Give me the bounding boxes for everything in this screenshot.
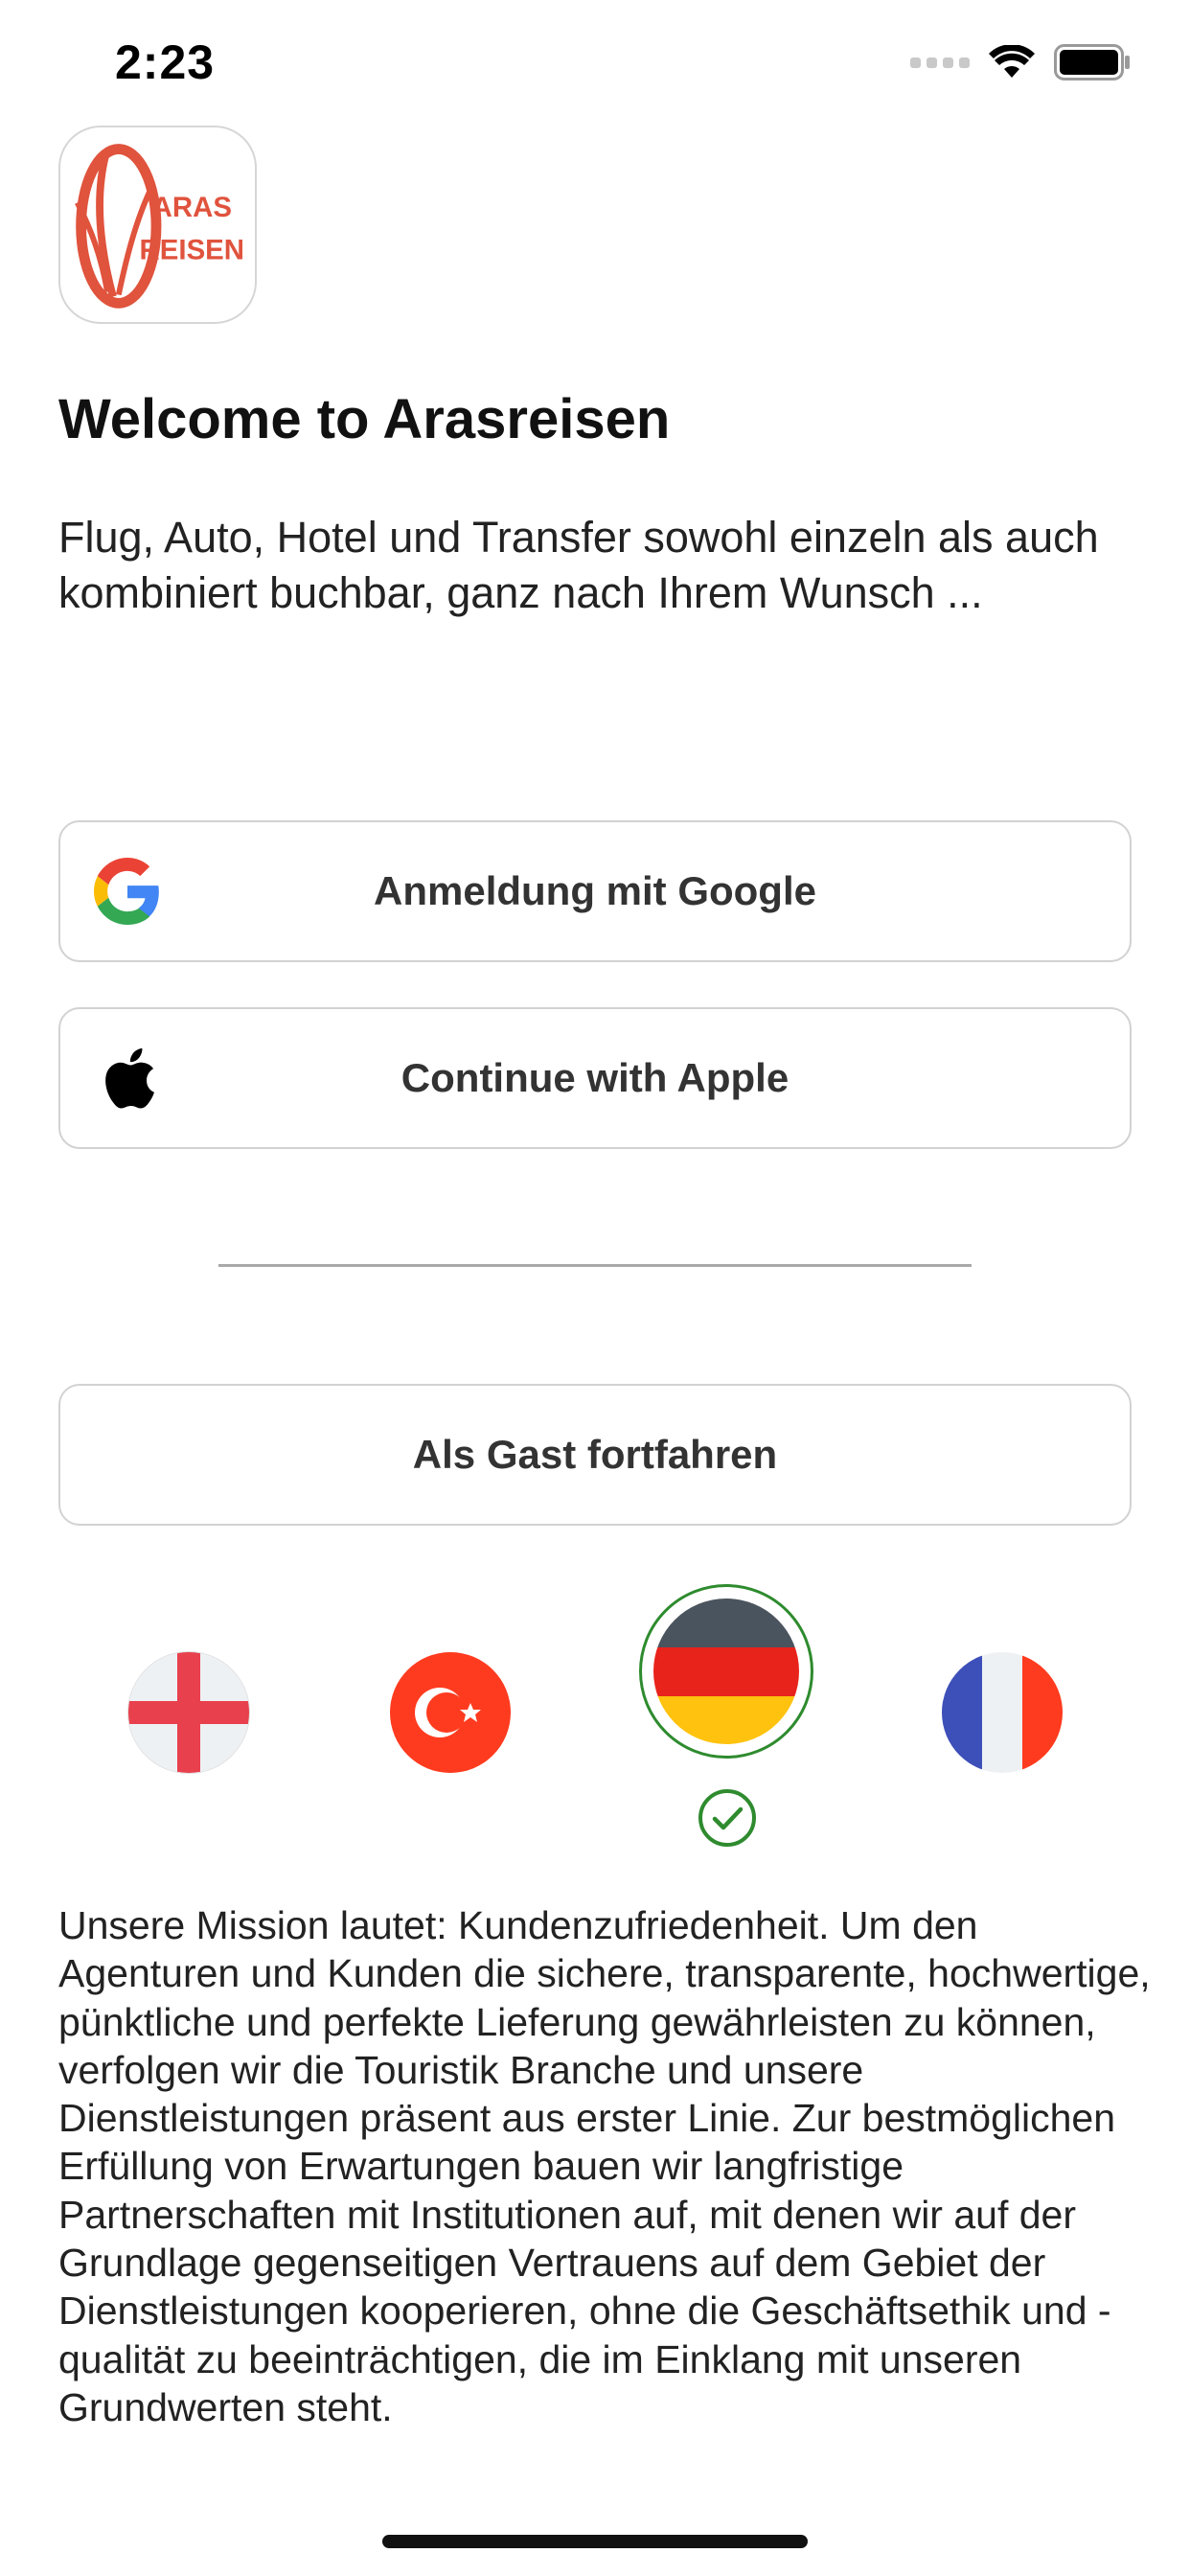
app-logo: ARAS REISEN (58, 126, 257, 324)
cellular-signal-icon (910, 57, 970, 68)
guest-continue-label: Als Gast fortfahren (412, 1432, 778, 1477)
welcome-title: Welcome to Arasreisen (58, 388, 671, 450)
apple-icon (93, 1044, 162, 1113)
french-flag-icon[interactable] (942, 1652, 1063, 1773)
divider (218, 1264, 972, 1267)
welcome-subtitle: Flug, Auto, Hotel und Transfer sowohl ei… (58, 513, 1099, 617)
status-time: 2:23 (115, 35, 216, 89)
apple-signin-button[interactable]: Continue with Apple (58, 1007, 1132, 1149)
wifi-icon (989, 45, 1035, 78)
google-signin-label: Anmeldung mit Google (374, 868, 816, 913)
turkish-flag-icon[interactable] (390, 1652, 511, 1773)
logo-text-reisen: REISEN (140, 234, 244, 265)
logo-text-aras: ARAS (152, 192, 232, 223)
google-icon (93, 857, 162, 926)
battery-icon (1054, 44, 1130, 80)
apple-signin-label: Continue with Apple (400, 1055, 790, 1100)
mission-text: Unsere Mission lautet: Kundenzufriedenhe… (58, 1903, 1151, 2429)
guest-continue-button[interactable]: Als Gast fortfahren (58, 1384, 1132, 1526)
german-flag-icon[interactable] (653, 1598, 799, 1744)
google-signin-button[interactable]: Anmeldung mit Google (58, 820, 1132, 962)
checkmark-icon (698, 1789, 756, 1847)
english-flag-icon[interactable] (128, 1652, 249, 1773)
home-indicator[interactable] (382, 2535, 808, 2548)
status-icons (910, 44, 1131, 80)
status-bar: 2:23 (0, 0, 1190, 125)
